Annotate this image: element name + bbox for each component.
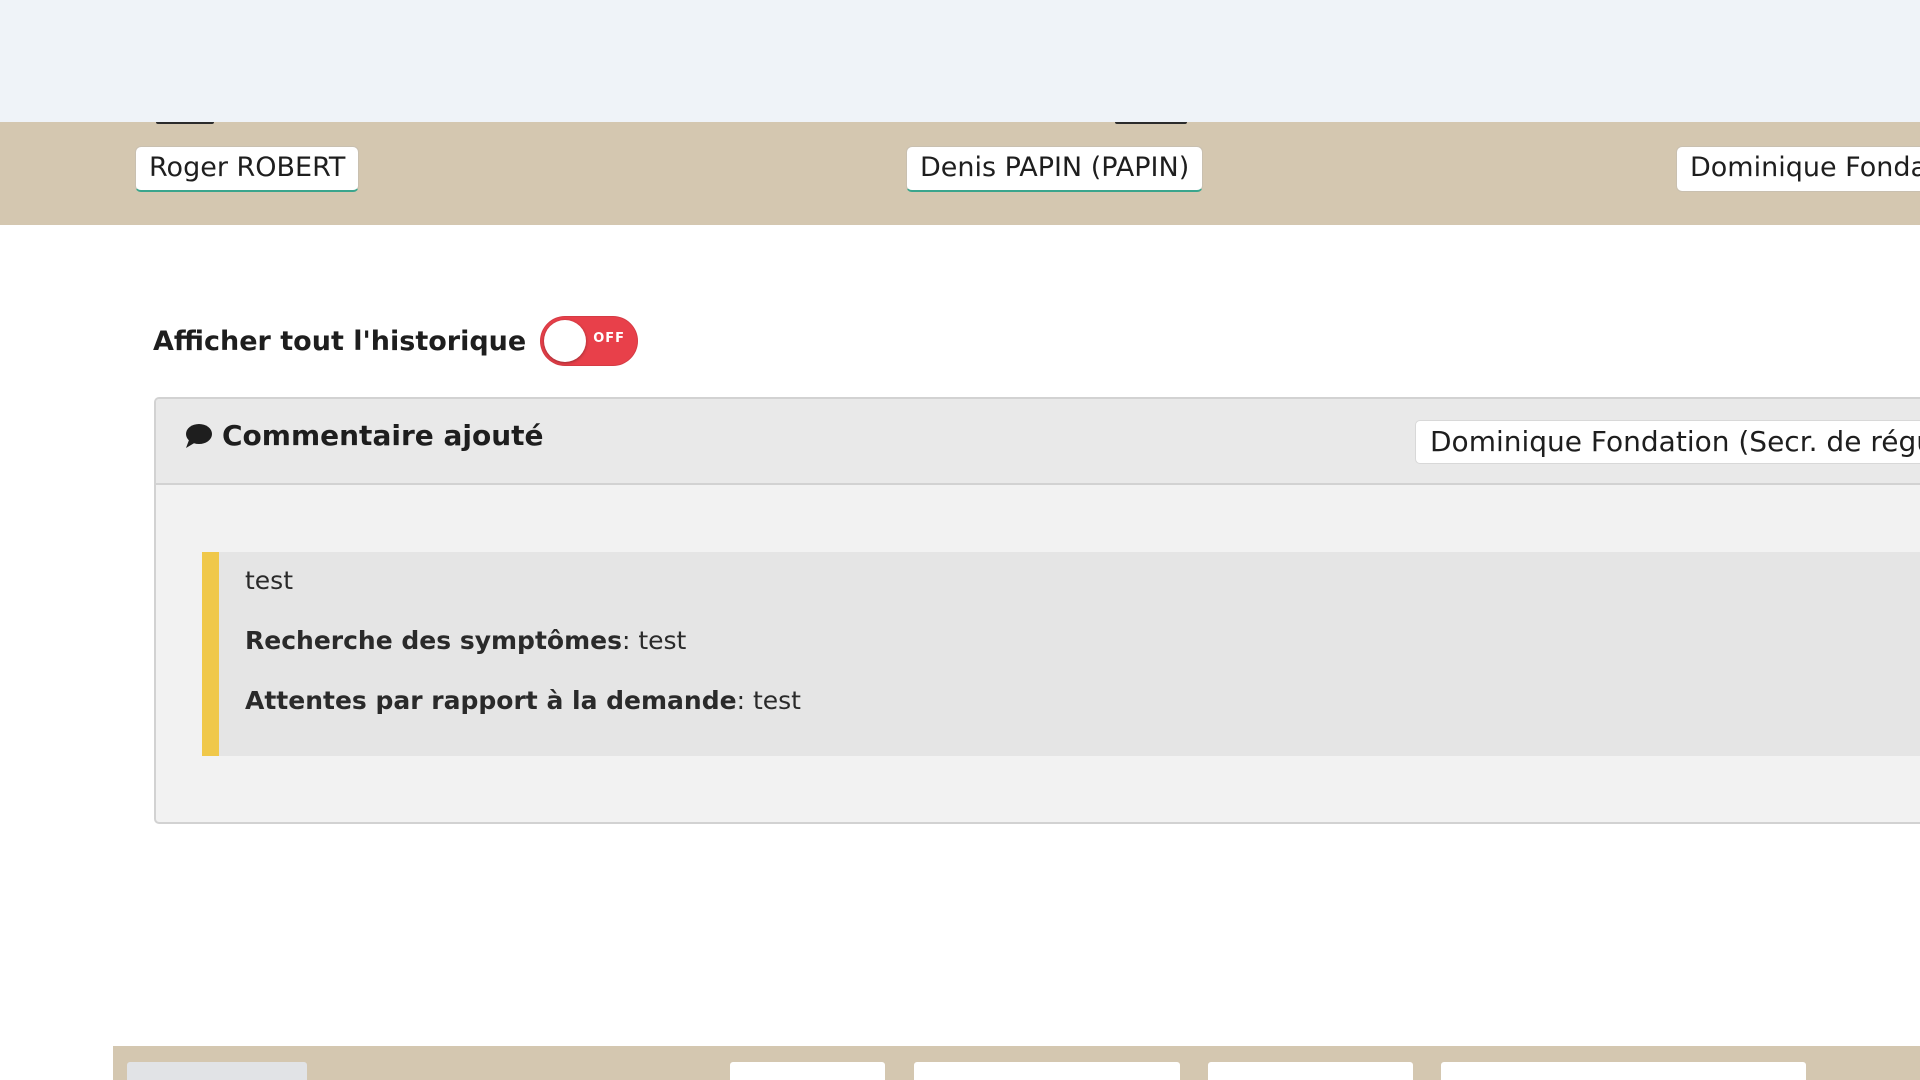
top-band bbox=[0, 0, 1920, 122]
cut-off-label bbox=[156, 122, 214, 124]
comment-text: test bbox=[245, 566, 294, 595]
footer-tab[interactable] bbox=[730, 1062, 885, 1080]
event-author-chip: Dominique Fondation (Secr. de régula bbox=[1415, 420, 1920, 464]
history-toggle[interactable]: OFF bbox=[540, 316, 639, 366]
history-toggle-row: Afficher tout l'historique OFF bbox=[153, 315, 639, 367]
event-title: Commentaire ajouté bbox=[222, 419, 544, 452]
footer-tab[interactable] bbox=[914, 1062, 1180, 1080]
toggle-knob bbox=[544, 320, 587, 362]
field-key: Attentes par rapport à la demande bbox=[245, 686, 737, 715]
footer-tab[interactable] bbox=[1208, 1062, 1413, 1080]
participants-bar: Roger ROBERT Denis PAPIN (PAPIN) Dominiq… bbox=[0, 122, 1920, 225]
history-event-card: Commentaire ajouté Dominique Fondation (… bbox=[154, 397, 1920, 824]
toggle-state: OFF bbox=[593, 331, 626, 346]
participant-chip[interactable]: Roger ROBERT bbox=[135, 146, 360, 192]
field-key: Recherche des symptômes bbox=[245, 626, 622, 655]
footer-tab[interactable] bbox=[1441, 1062, 1806, 1080]
history-toggle-label: Afficher tout l'historique bbox=[153, 325, 527, 357]
event-title-group: Commentaire ajouté bbox=[184, 419, 544, 452]
cut-off-label bbox=[1115, 122, 1187, 124]
comment-field: Recherche des symptômes: test bbox=[245, 626, 686, 655]
participant-chip[interactable]: Denis PAPIN (PAPIN) bbox=[906, 146, 1204, 192]
comment-block: test Recherche des symptômes: test Atten… bbox=[202, 552, 1920, 756]
event-header: Commentaire ajouté Dominique Fondation (… bbox=[156, 399, 1920, 485]
field-value: : test bbox=[621, 626, 687, 655]
footer-tab[interactable] bbox=[127, 1062, 307, 1080]
field-value: : test bbox=[736, 686, 801, 715]
comment-field: Attentes par rapport à la demande: test bbox=[245, 686, 801, 715]
comment-icon bbox=[186, 423, 212, 448]
participant-chip[interactable]: Dominique Fonda bbox=[1676, 146, 1920, 192]
footer-bar bbox=[113, 1046, 1920, 1080]
